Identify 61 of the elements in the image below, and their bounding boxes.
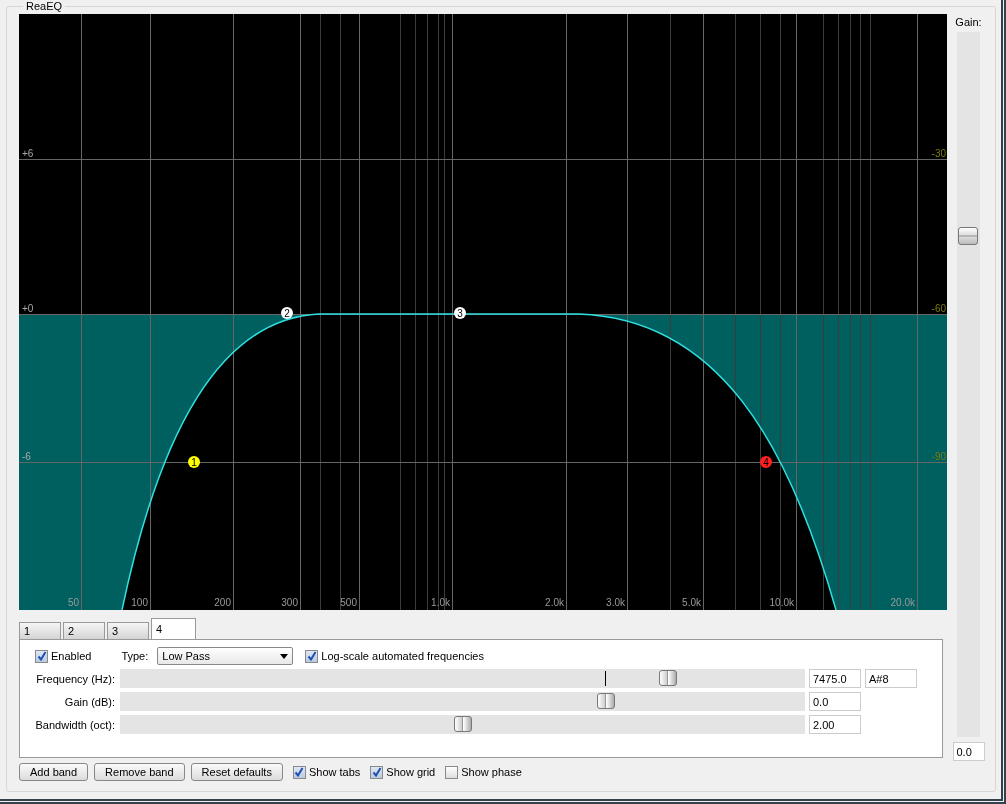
gain-value-field[interactable]: 0.0: [952, 742, 985, 761]
parameter-label: Gain (dB):: [63, 695, 115, 708]
checkbox[interactable]: [305, 649, 319, 663]
value-field[interactable]: 2.00: [809, 715, 861, 734]
checkbox-label: Log-scale automated frequencies: [321, 650, 484, 662]
frequency-label: 500: [340, 597, 357, 608]
type-dropdown[interactable]: Low Pass: [157, 647, 294, 665]
frequency-label: 20.0k: [890, 597, 915, 608]
gain-slider-thumb[interactable]: [958, 227, 978, 246]
frequency-label: 1.0k: [431, 597, 450, 608]
frequency-label: 200: [214, 597, 231, 608]
slider-thumb[interactable]: [597, 693, 616, 709]
band-number: 4: [763, 456, 769, 468]
slider-thumb[interactable]: [659, 670, 677, 686]
slider-thumb[interactable]: [453, 716, 472, 732]
gain-scale-label: -6: [22, 451, 31, 462]
default-marker: [604, 671, 606, 686]
push-button[interactable]: Reset defaults: [190, 763, 283, 781]
parameter-label: Bandwidth (oct):: [35, 718, 115, 731]
panel-title: ReaEQ: [25, 0, 64, 12]
checkbox-label: Show phase: [461, 766, 522, 778]
checkbox-label: Enabled: [51, 650, 92, 662]
meter-scale-label: -90: [931, 451, 946, 462]
checkbox-label: Show tabs: [308, 766, 361, 778]
band-number: 1: [191, 456, 197, 468]
frequency-label: 2.0k: [545, 597, 564, 608]
frequency-label: 100: [131, 597, 148, 608]
gain-slider-track[interactable]: [957, 32, 980, 737]
meter-scale-label: -30: [931, 148, 946, 159]
gain-scale-label: +6: [22, 148, 34, 159]
frequency-label: 300: [281, 597, 298, 608]
band-tab[interactable]: 2: [63, 622, 105, 639]
parameter-label: Frequency (Hz):: [35, 672, 115, 685]
push-button[interactable]: Add band: [19, 763, 89, 781]
value-field[interactable]: 0.0: [809, 692, 861, 711]
frequency-label: 5.0k: [682, 597, 701, 608]
band-tab[interactable]: 1: [19, 622, 61, 639]
checkbox[interactable]: [370, 765, 384, 779]
checkbox[interactable]: [35, 649, 48, 663]
caret-icon: [280, 653, 289, 659]
slider-track[interactable]: [120, 715, 805, 734]
band-tab[interactable]: 4: [151, 618, 196, 639]
frequency-label: 10.0k: [769, 597, 794, 608]
type-label: Type:: [121, 650, 149, 662]
value-field[interactable]: A#8: [865, 669, 917, 688]
gain-scale-label: +0: [22, 303, 34, 314]
slider-track[interactable]: [120, 669, 805, 688]
frequency-label: 50: [67, 597, 79, 608]
frequency-label: 3.0k: [606, 597, 625, 608]
value-field[interactable]: 7475.0: [809, 669, 861, 688]
checkbox[interactable]: [445, 765, 459, 779]
eq-graph[interactable]: +6 +0 -6 -30 -60 -90 50 100 200 300 500 1.0k 2.0k 3.0k 5.0k 10.0k 20.0k 1 2 3 4: [19, 14, 947, 610]
meter-scale-label: -60: [931, 303, 946, 314]
checkbox[interactable]: [292, 765, 306, 779]
band-number: 2: [284, 307, 290, 319]
push-button[interactable]: Remove band: [94, 763, 185, 781]
gain-label: Gain:: [955, 16, 982, 28]
slider-track[interactable]: [120, 692, 805, 711]
band-tab[interactable]: 3: [107, 622, 149, 639]
checkbox-label: Show grid: [386, 766, 436, 778]
band-number: 3: [457, 307, 463, 319]
